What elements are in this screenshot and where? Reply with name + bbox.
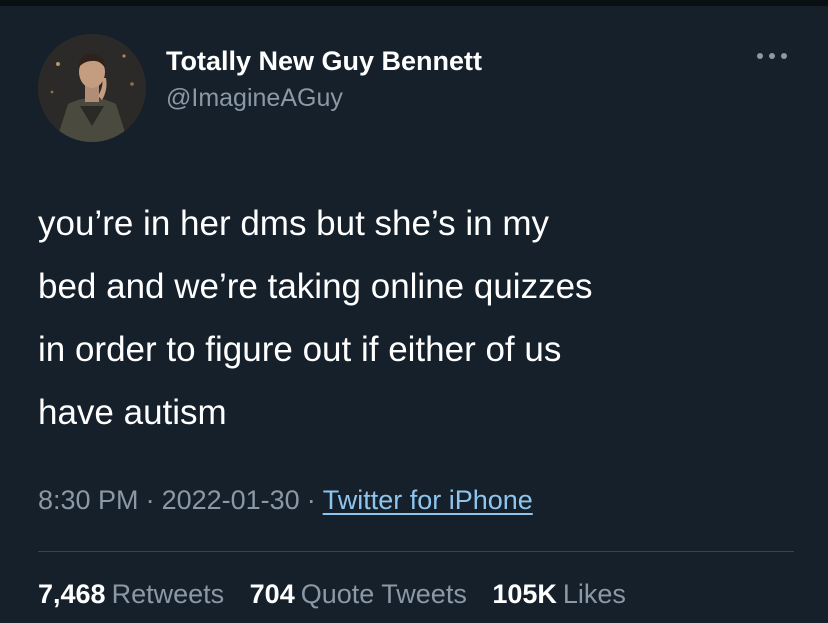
tweet-metadata: 8:30 PM · 2022-01-30 · Twitter for iPhone bbox=[38, 485, 533, 516]
quote-tweets-count: 704 bbox=[249, 579, 295, 609]
likes-count: 105K bbox=[492, 579, 557, 609]
likes-stat[interactable]: 105K Likes bbox=[492, 579, 626, 609]
likes-label: Likes bbox=[562, 579, 626, 609]
more-horizontal-icon bbox=[757, 53, 787, 59]
retweets-stat[interactable]: 7,468 Retweets bbox=[38, 579, 224, 609]
meta-separator: · bbox=[306, 485, 316, 515]
tweet-time[interactable]: 8:30 PM bbox=[38, 485, 139, 515]
avatar[interactable] bbox=[38, 34, 146, 142]
retweets-count: 7,468 bbox=[38, 579, 106, 609]
tweet-stats: 7,468 Retweets 704 Quote Tweets 105K Likes bbox=[38, 579, 626, 610]
quote-tweets-stat[interactable]: 704 Quote Tweets bbox=[250, 579, 467, 609]
user-handle[interactable]: @ImagineAGuy bbox=[166, 84, 343, 113]
divider bbox=[38, 551, 794, 552]
avatar-photo bbox=[38, 34, 146, 142]
more-options-icon[interactable] bbox=[752, 44, 792, 68]
quote-tweets-label: Quote Tweets bbox=[300, 579, 467, 609]
display-name[interactable]: Totally New Guy Bennett bbox=[166, 46, 482, 77]
tweet-text: you’re in her dms but she’s in my bed an… bbox=[38, 204, 593, 432]
retweets-label: Retweets bbox=[111, 579, 225, 609]
meta-separator: · bbox=[145, 485, 155, 515]
tweet-source-link[interactable]: Twitter for iPhone bbox=[323, 485, 533, 515]
tweet-card: Totally New Guy Bennett @ImagineAGuy you… bbox=[0, 6, 828, 623]
tweet-date[interactable]: 2022-01-30 bbox=[162, 485, 300, 515]
